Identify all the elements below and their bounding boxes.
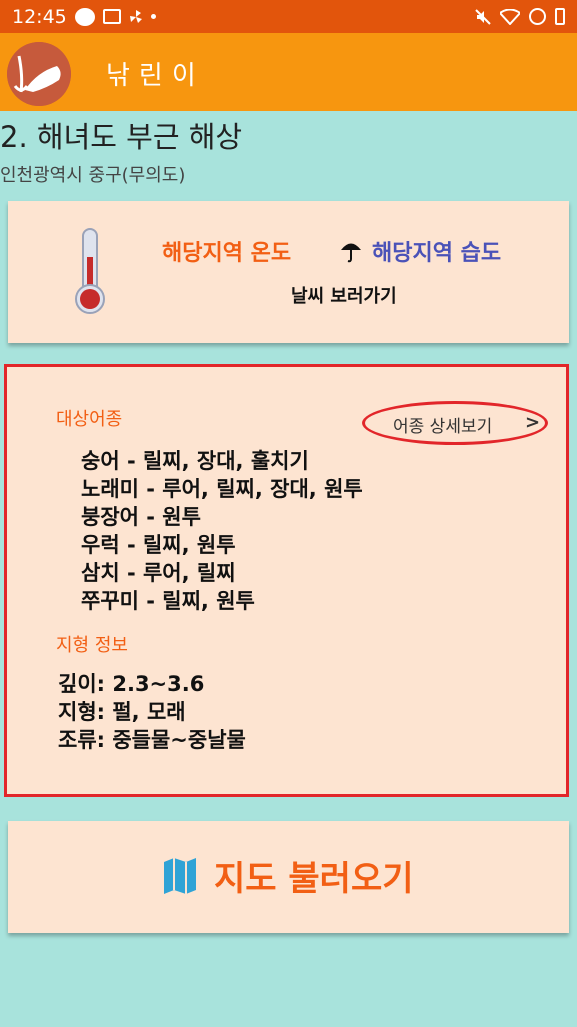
page-subtitle: 인천광역시 중구(무의도) [0, 165, 186, 186]
battery-icon [555, 8, 565, 25]
do-not-disturb-icon [529, 8, 546, 25]
status-time: 12:45 [12, 5, 67, 28]
map-icon [164, 858, 196, 894]
app-title: 낚린이 [106, 61, 205, 91]
app-bar: 낚린이 [0, 33, 577, 111]
target-fish-label: 대상어종 [56, 409, 123, 430]
list-item: 삼치 - 루어, 릴찌 [81, 561, 236, 585]
page-title: 2. 해녀도 부근 해상 [0, 120, 243, 154]
load-map-button[interactable]: 지도 불러오기 [8, 821, 569, 933]
fish-list: 숭어 - 릴찌, 장대, 훌치기 노래미 - 루어, 릴찌, 장대, 원투 붕장… [81, 447, 363, 615]
list-item: 노래미 - 루어, 릴찌, 장대, 원투 [81, 477, 363, 501]
status-bar: 12:45 [0, 0, 577, 33]
list-item: 숭어 - 릴찌, 장대, 훌치기 [81, 449, 309, 473]
list-item: 조류: 중들물~중날물 [58, 728, 246, 752]
terrain-list: 깊이: 2.3~3.6 지형: 펄, 모래 조류: 중들물~중날물 [58, 670, 246, 754]
list-item: 붕장어 - 원투 [81, 505, 201, 529]
fish-detail-label: 어종 상세보기 [393, 417, 493, 437]
notification-dot-icon [150, 14, 156, 19]
pinwheel-icon [129, 9, 142, 23]
load-map-label: 지도 불러오기 [214, 859, 414, 899]
list-item: 지형: 펄, 모래 [58, 700, 186, 724]
mute-icon [475, 8, 491, 25]
app-logo [7, 42, 71, 106]
list-item: 쭈꾸미 - 릴찌, 원투 [81, 589, 255, 613]
status-right [475, 8, 565, 25]
umbrella-icon [341, 243, 361, 263]
wifi-icon [500, 8, 520, 25]
temperature-label: 해당지역 온도 [162, 241, 292, 266]
fishing-logo-icon [7, 42, 71, 106]
thermometer-icon [75, 228, 105, 314]
image-icon [102, 9, 121, 24]
fish-detail-button[interactable]: 어종 상세보기 > [362, 401, 548, 445]
fish-info-card: 대상어종 어종 상세보기 > 숭어 - 릴찌, 장대, 훌치기 노래미 - 루어… [4, 364, 569, 797]
weather-card[interactable]: 해당지역 온도 해당지역 습도 날씨 보러가기 [8, 201, 569, 343]
humidity-label: 해당지역 습도 [372, 241, 502, 266]
terrain-info-label: 지형 정보 [56, 635, 128, 656]
chevron-right-icon: > [525, 412, 541, 433]
message-icon [74, 7, 95, 26]
weather-link[interactable]: 날씨 보러가기 [291, 282, 397, 308]
status-left: 12:45 [12, 6, 156, 28]
list-item: 깊이: 2.3~3.6 [58, 672, 205, 696]
list-item: 우럭 - 릴찌, 원투 [81, 533, 236, 557]
